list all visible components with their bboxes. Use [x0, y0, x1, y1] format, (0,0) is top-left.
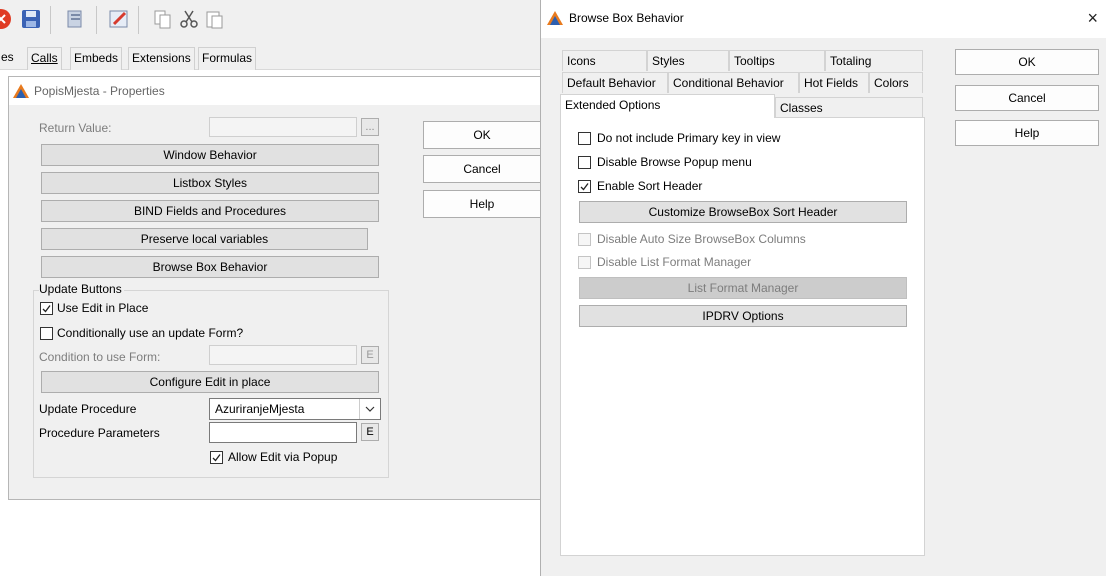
update-procedure-select[interactable]: AzuriranjeMjesta — [209, 398, 381, 420]
update-buttons-group-label: Update Buttons — [39, 282, 124, 296]
allow-edit-via-popup-checkbox[interactable] — [210, 451, 223, 464]
disable-popup-label: Disable Browse Popup menu — [597, 155, 752, 169]
tab-extended-options-label: Extended Options — [565, 98, 661, 112]
procedure-parameters-label: Procedure Parameters — [39, 426, 160, 440]
cut-icon[interactable] — [178, 8, 200, 30]
condition-label: Condition to use Form: — [39, 350, 161, 364]
tab-icons-label: Icons — [567, 54, 596, 68]
properties-title-bar: PopisMjesta - Properties — [9, 77, 540, 105]
dialog-title-bar: Browse Box Behavior × — [541, 0, 1106, 38]
tab-extensions-label: Extensions — [132, 51, 191, 65]
tab-extensions[interactable]: Extensions — [128, 47, 195, 70]
dialog-title: Browse Box Behavior — [569, 11, 684, 25]
update-procedure-value: AzuriranjeMjesta — [215, 402, 305, 416]
properties-title: PopisMjesta - Properties — [34, 84, 165, 98]
use-edit-in-place-checkbox[interactable] — [40, 302, 53, 315]
tab-calls[interactable]: Calls — [27, 47, 62, 70]
return-value-label: Return Value: — [39, 121, 112, 135]
procedure-parameters-input[interactable] — [209, 422, 357, 443]
clarion-logo-icon — [13, 84, 29, 98]
enable-sort-header-label: Enable Sort Header — [597, 179, 703, 193]
tab-styles-label: Styles — [652, 54, 685, 68]
tab-totaling[interactable]: Totaling — [825, 50, 923, 71]
condition-field[interactable] — [209, 345, 357, 365]
help-button[interactable]: Help — [423, 190, 541, 218]
preserve-local-variables-button[interactable]: Preserve local variables — [41, 228, 368, 250]
window-behavior-button[interactable]: Window Behavior — [41, 144, 379, 166]
enable-sort-header-checkbox[interactable] — [578, 180, 591, 193]
tab-colors-label: Colors — [874, 76, 909, 90]
tab-tooltips[interactable]: Tooltips — [729, 50, 825, 71]
no-primary-key-label: Do not include Primary key in view — [597, 131, 781, 145]
toolbar-separator — [96, 6, 97, 34]
tab-es[interactable]: es — [0, 47, 17, 69]
conditionally-use-form-checkbox[interactable] — [40, 327, 53, 340]
dialog-cancel-button[interactable]: Cancel — [955, 85, 1099, 111]
configure-edit-in-place-button[interactable]: Configure Edit in place — [41, 371, 379, 393]
copy-icon[interactable] — [152, 8, 174, 30]
update-procedure-label: Update Procedure — [39, 402, 137, 416]
tab-tooltips-label: Tooltips — [734, 54, 775, 68]
tab-conditional-behavior-label: Conditional Behavior — [673, 76, 784, 90]
return-value-browse-button[interactable]: ... — [361, 118, 379, 136]
dialog-help-button[interactable]: Help — [955, 120, 1099, 146]
close-icon[interactable]: × — [1087, 9, 1098, 27]
ok-button[interactable]: OK — [423, 121, 541, 149]
procedure-parameters-e-button[interactable]: E — [361, 423, 379, 441]
list-format-manager-button[interactable]: List Format Manager — [579, 277, 907, 299]
no-primary-key-checkbox[interactable] — [578, 132, 591, 145]
browse-box-behavior-dialog: Browse Box Behavior × Icons Styles Toolt… — [540, 0, 1106, 576]
condition-e-button[interactable]: E — [361, 346, 379, 364]
clarion-logo-icon — [547, 11, 563, 25]
tab-totaling-label: Totaling — [830, 54, 872, 68]
tab-classes[interactable]: Classes — [775, 97, 923, 117]
allow-edit-via-popup-label: Allow Edit via Popup — [228, 450, 338, 464]
bind-fields-button[interactable]: BIND Fields and Procedures — [41, 200, 379, 222]
listbox-styles-button[interactable]: Listbox Styles — [41, 172, 379, 194]
print-preview-icon[interactable] — [64, 8, 86, 30]
tab-icons[interactable]: Icons — [562, 50, 647, 71]
toolbar-separator — [50, 6, 51, 34]
tab-calls-label: Calls — [31, 51, 58, 65]
return-value-field[interactable] — [209, 117, 357, 137]
tab-classes-label: Classes — [780, 101, 823, 115]
tab-conditional-behavior[interactable]: Conditional Behavior — [668, 72, 799, 93]
top-tab-strip: es Calls Embeds Extensions Formulas — [0, 40, 540, 70]
tab-colors[interactable]: Colors — [869, 72, 923, 93]
tab-hot-fields-label: Hot Fields — [804, 76, 859, 90]
disable-auto-size-label: Disable Auto Size BrowseBox Columns — [597, 232, 806, 246]
disable-auto-size-checkbox[interactable] — [578, 233, 591, 246]
cancel-button[interactable]: Cancel — [423, 155, 541, 183]
conditionally-use-form-label: Conditionally use an update Form? — [57, 326, 244, 340]
disable-list-format-label: Disable List Format Manager — [597, 255, 752, 269]
disable-popup-checkbox[interactable] — [578, 156, 591, 169]
tab-extended-options[interactable]: Extended Options — [560, 94, 775, 118]
chevron-down-icon[interactable] — [359, 399, 380, 419]
dialog-ok-button[interactable]: OK — [955, 49, 1099, 75]
close-circle-icon[interactable] — [0, 8, 12, 30]
toolbar — [0, 0, 540, 40]
browse-box-behavior-button[interactable]: Browse Box Behavior — [41, 256, 379, 278]
tab-formulas[interactable]: Formulas — [198, 47, 257, 70]
paste-icon[interactable] — [204, 8, 226, 30]
tab-default-behavior[interactable]: Default Behavior — [562, 72, 668, 93]
disable-list-format-checkbox[interactable] — [578, 256, 591, 269]
tab-formulas-label: Formulas — [202, 51, 253, 65]
tab-embeds-label: Embeds — [74, 51, 119, 65]
toolbar-separator — [138, 6, 139, 34]
save-icon[interactable] — [20, 8, 42, 30]
customize-sort-header-button[interactable]: Customize BrowseBox Sort Header — [579, 201, 907, 223]
tab-default-behavior-label: Default Behavior — [567, 76, 656, 90]
tab-styles[interactable]: Styles — [647, 50, 729, 71]
use-edit-in-place-label: Use Edit in Place — [57, 301, 149, 315]
edit-icon[interactable] — [108, 8, 130, 30]
properties-window: PopisMjesta - Properties Return Value: .… — [8, 76, 541, 500]
ipdrv-options-button[interactable]: IPDRV Options — [579, 305, 907, 327]
tab-embeds[interactable]: Embeds — [70, 47, 123, 70]
tab-hot-fields[interactable]: Hot Fields — [799, 72, 869, 93]
